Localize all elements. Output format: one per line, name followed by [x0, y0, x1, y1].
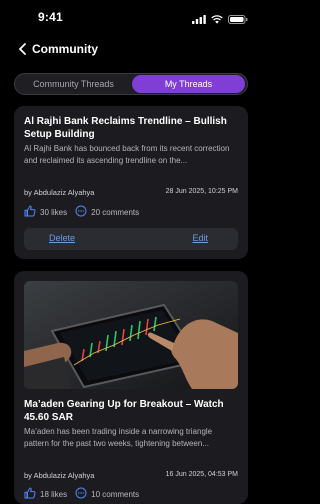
like-count: 18 likes [40, 489, 68, 499]
edit-button[interactable]: Edit [192, 233, 208, 243]
status-bar: 9:41 [0, 0, 262, 34]
page-header: Community [0, 38, 262, 62]
thread-date: 16 Jun 2025, 04:53 PM [165, 471, 238, 478]
page-title: Community [32, 42, 98, 56]
thread-tabs: Community Threads My Threads [14, 73, 248, 95]
thread-title: Al Rajhi Bank Reclaims Trendline – Bulli… [24, 116, 227, 140]
status-time: 9:41 [38, 10, 63, 24]
thread-excerpt: Ma’aden has been trading inside a narrow… [24, 427, 213, 448]
like-stat[interactable]: 30 likes [24, 205, 67, 219]
comment-stat[interactable]: 20 comments [75, 205, 139, 219]
thread-stats: 18 likes 10 comments [24, 487, 147, 501]
tab-community-threads[interactable]: Community Threads [17, 75, 130, 93]
tab-my-threads[interactable]: My Threads [132, 75, 245, 93]
post-image [24, 281, 238, 389]
comment-icon [75, 205, 87, 219]
thread-excerpt: Al Rajhi Bank has bounced back from its … [24, 144, 230, 165]
wifi-icon [211, 11, 223, 29]
comment-count: 10 comments [91, 489, 140, 499]
back-chevron-icon[interactable] [14, 41, 30, 57]
comment-count: 20 comments [91, 207, 140, 217]
thumbs-up-icon [24, 487, 36, 501]
thread-author: by Abdulaziz Alyahya [24, 188, 95, 197]
thread-actions: Delete Edit [24, 228, 238, 250]
like-count: 30 likes [40, 207, 68, 217]
signal-icon [192, 11, 206, 29]
thumbs-up-icon [24, 205, 36, 219]
comment-stat[interactable]: 10 comments [75, 487, 139, 501]
thread-title: Ma’aden Gearing Up for Breakout – Watch … [24, 399, 224, 423]
thread-author: by Abdulaziz Alyahya [24, 471, 95, 480]
status-icons [192, 11, 248, 29]
delete-button[interactable]: Delete [49, 233, 75, 243]
thread-card[interactable]: Al Rajhi Bank Reclaims Trendline – Bulli… [14, 106, 248, 259]
battery-icon [228, 11, 248, 29]
thread-date: 28 Jun 2025, 10:25 PM [165, 188, 238, 195]
thread-stats: 30 likes 20 comments [24, 205, 147, 219]
like-stat[interactable]: 18 likes [24, 487, 67, 501]
thread-card[interactable]: Ma’aden Gearing Up for Breakout – Watch … [14, 271, 248, 504]
comment-icon [75, 487, 87, 501]
